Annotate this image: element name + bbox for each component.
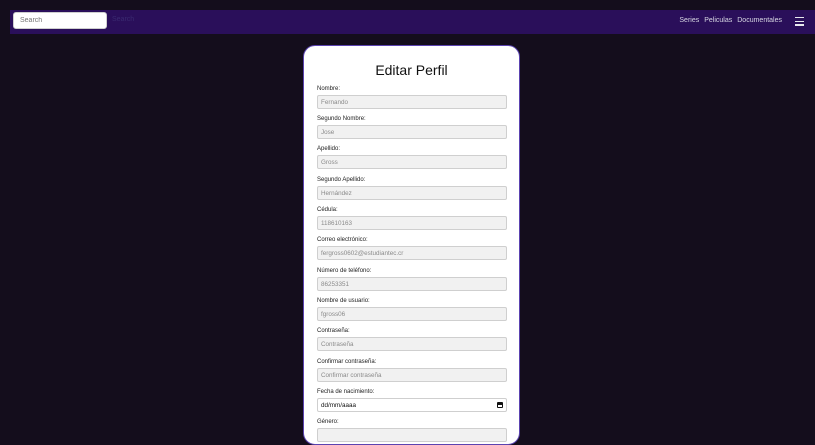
field-cedula: Cédula: 118610163 xyxy=(317,207,507,230)
field-label: Segundo Apellido: xyxy=(317,177,366,183)
search-button[interactable]: Search xyxy=(112,16,134,23)
password-input[interactable]: Contraseña xyxy=(317,337,507,351)
field-segundo-apellido: Segundo Apellido: Hernández xyxy=(317,177,507,200)
birthdate-value: dd/mm/aaaa xyxy=(321,402,357,409)
segundo-nombre-input[interactable]: Jose xyxy=(317,125,507,139)
field-apellido: Apellido: Gross xyxy=(317,146,507,169)
menu-icon[interactable] xyxy=(795,17,804,26)
field-label: Cédula: xyxy=(317,207,338,213)
search-input[interactable] xyxy=(13,12,107,29)
field-correo: Correo electrónico: fergross0602@estudia… xyxy=(317,237,507,260)
nav-peliculas[interactable]: Peliculas xyxy=(704,17,732,24)
page-title: Editar Perfil xyxy=(375,62,448,78)
segundo-apellido-input[interactable]: Hernández xyxy=(317,186,507,200)
username-input[interactable]: fgross06 xyxy=(317,307,507,321)
field-label: Apellido: xyxy=(317,146,341,152)
field-nombre: Nombre: Fernando xyxy=(317,86,507,109)
field-label: Nombre de usuario: xyxy=(317,298,370,304)
field-telefono: Número de teléfono: 86253351 xyxy=(317,268,507,291)
top-navbar: Search Series Peliculas Documentales xyxy=(10,10,815,34)
field-genero: Género: xyxy=(317,419,507,442)
nombre-input[interactable]: Fernando xyxy=(317,95,507,109)
field-contrasena: Contraseña: Contraseña xyxy=(317,328,507,351)
field-confirmar: Confirmar contraseña: Confirmar contrase… xyxy=(317,359,507,382)
field-label: Número de teléfono: xyxy=(317,268,372,274)
field-label: Nombre: xyxy=(317,86,341,92)
gender-select[interactable] xyxy=(317,428,507,442)
birthdate-input[interactable]: dd/mm/aaaa xyxy=(317,398,507,412)
field-label: Segundo Nombre: xyxy=(317,116,366,122)
field-label: Confirmar contraseña: xyxy=(317,359,377,365)
phone-input[interactable]: 86253351 xyxy=(317,277,507,291)
nav-series[interactable]: Series xyxy=(679,17,699,24)
field-segundo-nombre: Segundo Nombre: Jose xyxy=(317,116,507,139)
calendar-icon[interactable] xyxy=(497,402,503,408)
field-fecha: Fecha de nacimiento: dd/mm/aaaa xyxy=(317,389,507,412)
apellido-input[interactable]: Gross xyxy=(317,155,507,169)
field-label: Correo electrónico: xyxy=(317,237,368,243)
edit-profile-card: Editar Perfil Nombre: Fernando Segundo N… xyxy=(303,45,520,445)
confirm-password-input[interactable]: Confirmar contraseña xyxy=(317,368,507,382)
field-label: Fecha de nacimiento: xyxy=(317,389,375,395)
nav-documentales[interactable]: Documentales xyxy=(737,17,782,24)
field-label: Género: xyxy=(317,419,339,425)
email-field[interactable]: fergross0602@estudiantec.cr xyxy=(317,246,507,260)
cedula-input[interactable]: 118610163 xyxy=(317,216,507,230)
nav-links: Series Peliculas Documentales xyxy=(679,17,782,24)
field-usuario: Nombre de usuario: fgross06 xyxy=(317,298,507,321)
field-label: Contraseña: xyxy=(317,328,350,334)
